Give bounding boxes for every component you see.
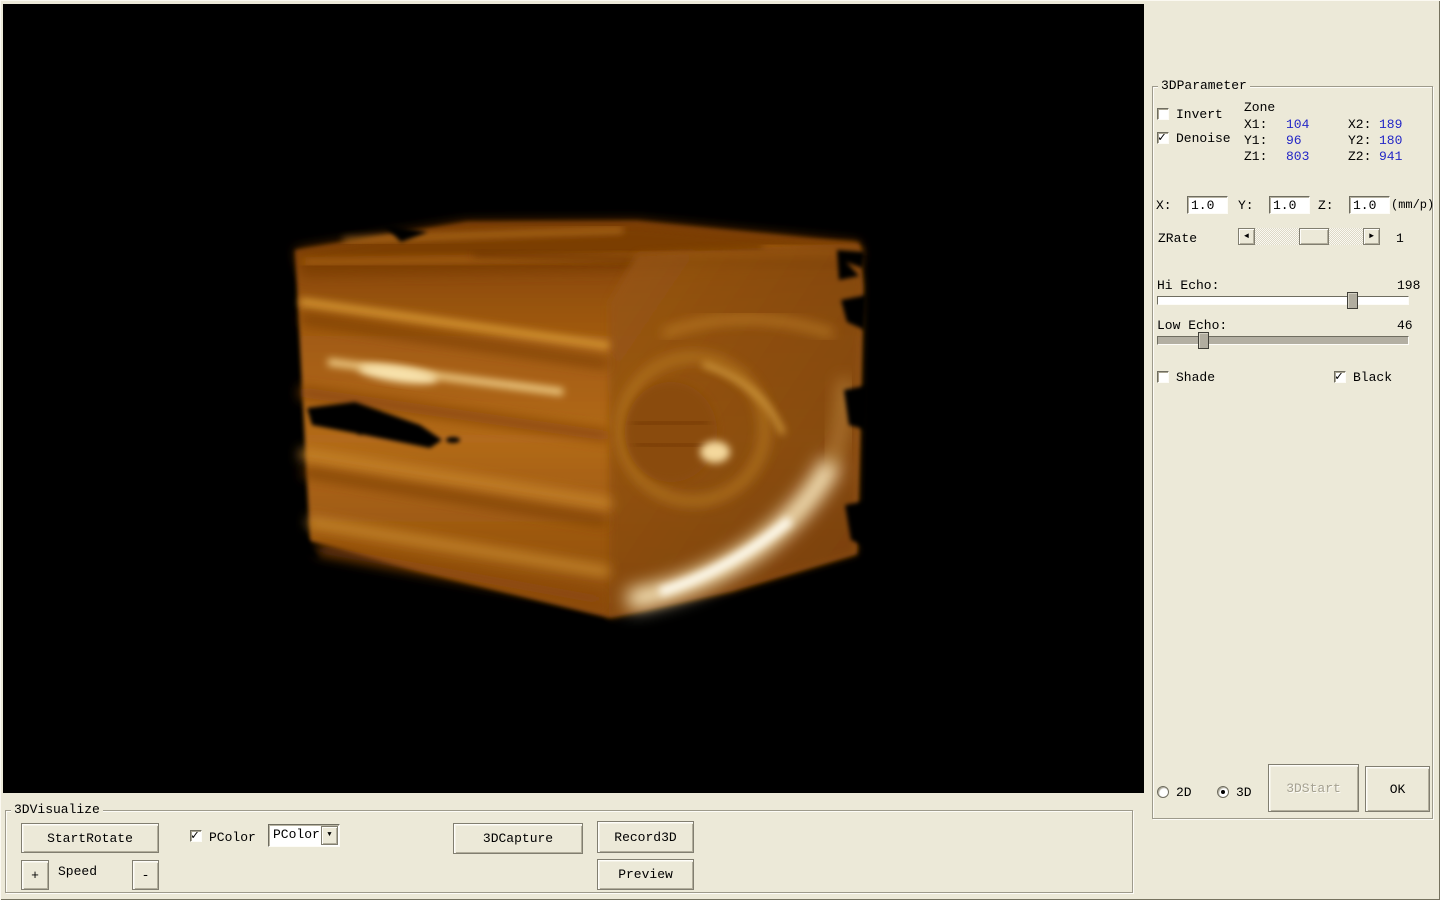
low-echo-value: 46 bbox=[1397, 319, 1413, 333]
low-echo-slider-thumb[interactable] bbox=[1198, 332, 1209, 349]
group-3dparameter-title: 3DParameter bbox=[1158, 79, 1250, 93]
black-label: Black bbox=[1353, 371, 1392, 385]
zone-x1-label: X1: bbox=[1244, 118, 1267, 132]
z-scale-label: Z: bbox=[1318, 199, 1334, 213]
scroll-right-icon: ► bbox=[1369, 232, 1374, 241]
denoise-label: Denoise bbox=[1176, 132, 1231, 146]
low-echo-slider-track[interactable] bbox=[1157, 336, 1409, 345]
capture3d-button[interactable]: 3DCapture bbox=[453, 823, 583, 854]
zrate-value: 1 bbox=[1396, 232, 1404, 246]
zrate-scrollbar-thumb[interactable] bbox=[1299, 228, 1329, 245]
mode-3d-label: 3D bbox=[1236, 786, 1252, 800]
pcolor-checkbox[interactable] bbox=[190, 830, 202, 842]
render-viewport[interactable] bbox=[3, 4, 1144, 793]
zone-x1-value: 104 bbox=[1286, 118, 1309, 132]
z-scale-field[interactable] bbox=[1349, 196, 1390, 214]
zone-y1-label: Y1: bbox=[1244, 134, 1267, 148]
zrate-label: ZRate bbox=[1158, 232, 1197, 246]
x-scale-field[interactable] bbox=[1187, 196, 1228, 214]
zone-z1-label: Z1: bbox=[1244, 150, 1267, 164]
pcolor-dropdown-value: PColor bbox=[273, 828, 320, 842]
invert-label: Invert bbox=[1176, 108, 1223, 122]
start-rotate-button[interactable]: StartRotate bbox=[21, 823, 159, 853]
hi-echo-value: 198 bbox=[1397, 279, 1420, 293]
3d-volume-render bbox=[3, 4, 1144, 793]
zone-y2-value: 180 bbox=[1379, 134, 1402, 148]
app-window: 3DParameter Invert Denoise Zone X1: 104 … bbox=[0, 0, 1440, 900]
hi-echo-slider-thumb[interactable] bbox=[1347, 292, 1358, 309]
zrate-scroll-right-button[interactable]: ► bbox=[1363, 228, 1380, 245]
zrate-scrollbar: ◄ ► bbox=[1238, 228, 1380, 245]
zone-y1-value: 96 bbox=[1286, 134, 1302, 148]
ok-button[interactable]: OK bbox=[1365, 766, 1430, 812]
low-echo-label: Low Echo: bbox=[1157, 319, 1227, 333]
zone-y2-label: Y2: bbox=[1348, 134, 1371, 148]
hi-echo-slider-track[interactable] bbox=[1157, 296, 1409, 305]
group-3dvisualize: 3DVisualize StartRotate PColor PColor ▼ … bbox=[5, 810, 1133, 893]
invert-checkbox[interactable] bbox=[1157, 108, 1169, 120]
black-checkbox[interactable] bbox=[1334, 371, 1346, 383]
zone-x2-value: 189 bbox=[1379, 118, 1402, 132]
y-scale-label: Y: bbox=[1238, 199, 1254, 213]
group-3dparameter: 3DParameter Invert Denoise Zone X1: 104 … bbox=[1152, 86, 1433, 819]
speed-plus-button[interactable]: + bbox=[21, 860, 49, 890]
speed-minus-button[interactable]: - bbox=[132, 860, 159, 890]
mode-3d-radio[interactable] bbox=[1217, 786, 1229, 798]
scroll-left-icon: ◄ bbox=[1244, 232, 1249, 241]
denoise-checkbox[interactable] bbox=[1157, 132, 1169, 144]
record3d-button[interactable]: Record3D bbox=[597, 821, 694, 853]
group-3dvisualize-title: 3DVisualize bbox=[11, 803, 103, 817]
zone-z1-value: 803 bbox=[1286, 150, 1309, 164]
x-scale-label: X: bbox=[1156, 199, 1172, 213]
zone-label: Zone bbox=[1244, 101, 1275, 115]
zone-z2-label: Z2: bbox=[1348, 150, 1371, 164]
shade-label: Shade bbox=[1176, 371, 1215, 385]
speed-label: Speed bbox=[58, 865, 97, 879]
preview-button[interactable]: Preview bbox=[597, 859, 694, 890]
zone-x2-label: X2: bbox=[1348, 118, 1371, 132]
scale-unit-label: (mm/p) bbox=[1391, 198, 1434, 212]
pcolor-label: PColor bbox=[209, 831, 256, 845]
dropdown-arrow-icon: ▼ bbox=[327, 831, 331, 839]
zone-z2-value: 941 bbox=[1379, 150, 1402, 164]
pcolor-dropdown-button[interactable]: ▼ bbox=[321, 826, 338, 845]
y-scale-field[interactable] bbox=[1269, 196, 1310, 214]
shade-checkbox[interactable] bbox=[1157, 371, 1169, 383]
start3d-button[interactable]: 3DStart bbox=[1268, 764, 1359, 812]
mode-2d-radio[interactable] bbox=[1157, 786, 1169, 798]
zrate-scroll-left-button[interactable]: ◄ bbox=[1238, 228, 1255, 245]
hi-echo-label: Hi Echo: bbox=[1157, 279, 1219, 293]
mode-2d-label: 2D bbox=[1176, 786, 1192, 800]
pcolor-dropdown[interactable]: PColor ▼ bbox=[268, 824, 340, 847]
